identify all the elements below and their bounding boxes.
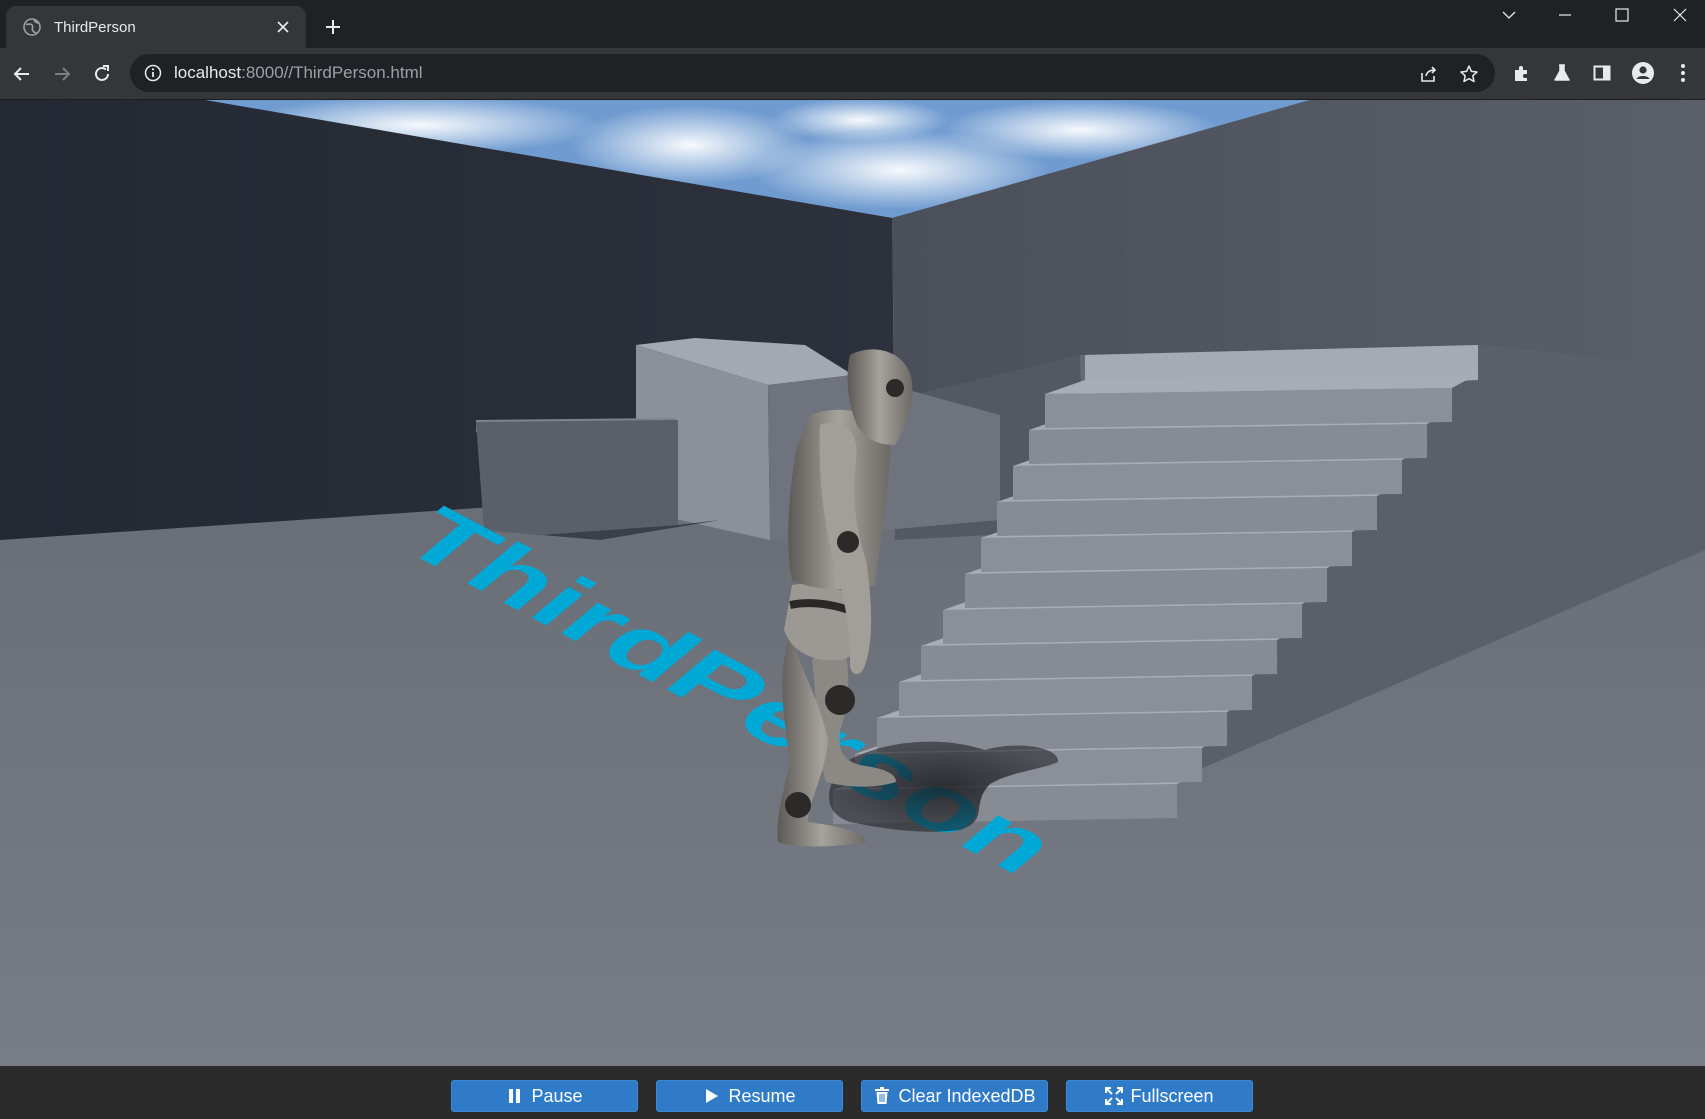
resume-label: Resume [728,1085,796,1106]
close-icon[interactable] [272,16,294,38]
trash-icon [873,1087,891,1105]
stair-riser [1045,388,1452,428]
reload-icon [95,65,109,81]
maximize-button[interactable] [1597,0,1647,30]
url-host: localhost [174,63,242,82]
url-path: :8000//ThirdPerson.html [241,63,423,82]
stair-riser [965,568,1327,608]
labs-flask-icon[interactable] [1550,61,1574,85]
window-close-icon [1673,8,1687,22]
control-bar: Pause Resume Clear IndexedDB Fullscreen [0,1066,1705,1119]
chevron-down-icon [1502,11,1516,19]
fullscreen-button[interactable]: Fullscreen [1066,1080,1253,1112]
stair-riser [1029,424,1427,464]
profile-avatar-icon[interactable] [1631,61,1655,85]
fullscreen-label: Fullscreen [1130,1085,1214,1106]
back-button[interactable] [8,60,36,88]
resume-button[interactable]: Resume [656,1080,843,1112]
tab-thirdperson[interactable]: ThirdPerson [6,6,306,48]
star-icon[interactable] [1458,63,1480,85]
minimize-button[interactable] [1540,0,1590,30]
globe-icon [22,17,42,37]
stair-riser [1013,460,1402,500]
arrow-right-icon [55,67,71,81]
tab-search-button[interactable] [1484,0,1534,30]
stair-riser [981,532,1352,572]
clear-label: Clear IndexedDB [898,1085,1036,1106]
info-icon[interactable] [144,64,162,82]
side-panel-icon[interactable] [1590,61,1614,85]
play-icon [703,1087,721,1105]
pause-button[interactable]: Pause [451,1080,638,1112]
stair-riser [943,604,1302,644]
plus-icon [326,20,340,34]
share-icon[interactable] [1418,63,1440,85]
stair-riser [921,640,1277,680]
maximize-icon [1615,8,1629,22]
minimize-icon [1559,14,1571,16]
arrow-left-icon [13,67,29,81]
browser-tabstrip: ThirdPerson [0,0,1705,48]
pause-icon [506,1087,524,1105]
stair-riser [899,676,1252,716]
expand-icon [1105,1087,1124,1105]
address-bar[interactable]: localhost:8000//ThirdPerson.html [130,54,1495,92]
game-scene: ThirdPerson [0,100,1705,1066]
pause-label: Pause [531,1085,583,1106]
browser-toolbar: localhost:8000//ThirdPerson.html [0,48,1705,100]
reload-button[interactable] [88,60,116,88]
new-tab-button[interactable] [320,14,346,40]
forward-button[interactable] [48,60,76,88]
game-canvas[interactable]: ThirdPerson [0,100,1705,1066]
extensions-icon[interactable] [1510,61,1534,85]
tab-title: ThirdPerson [54,18,136,36]
stair-riser [997,496,1377,536]
clear-indexeddb-button[interactable]: Clear IndexedDB [861,1080,1048,1112]
window-close-button[interactable] [1655,0,1705,30]
kebab-menu-icon[interactable] [1671,61,1695,85]
